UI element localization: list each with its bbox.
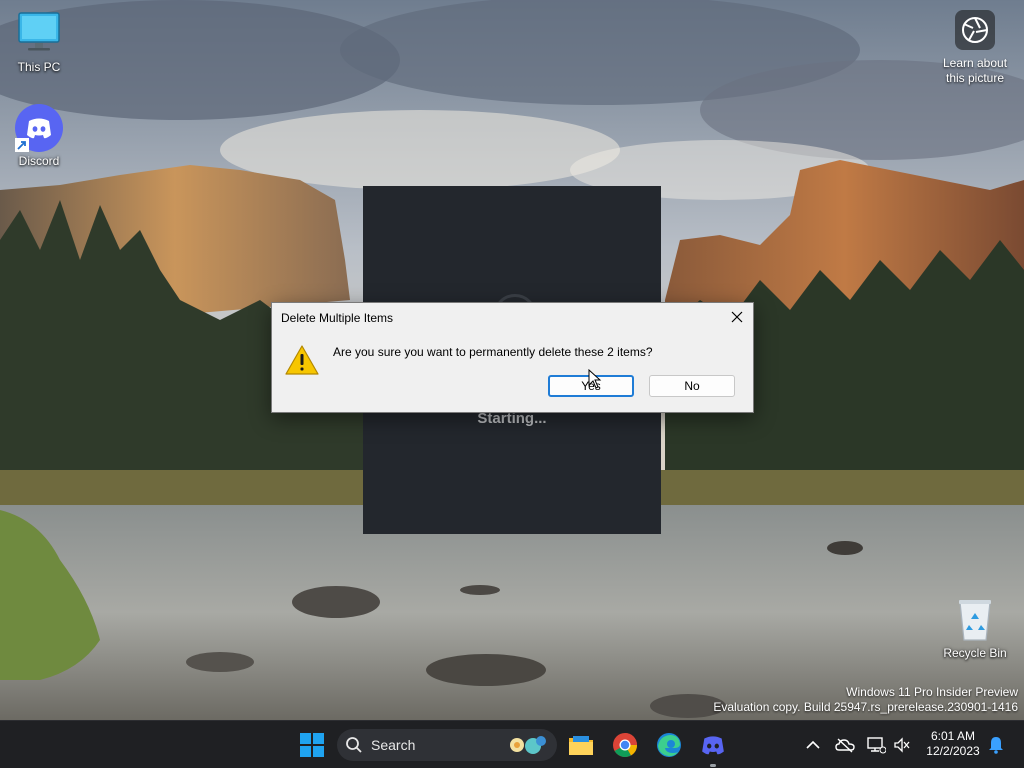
clock-date: 12/2/2023 bbox=[926, 744, 980, 758]
bell-icon bbox=[989, 737, 1003, 754]
windows-logo-icon bbox=[300, 733, 324, 757]
watermark-line2: Evaluation copy. Build 25947.rs_prerelea… bbox=[713, 700, 1018, 714]
warning-icon bbox=[284, 344, 320, 376]
search-highlight-icon bbox=[510, 736, 546, 754]
dialog-title: Delete Multiple Items bbox=[281, 311, 394, 325]
discord-taskbar-button[interactable] bbox=[697, 729, 729, 767]
learn-about-picture-button[interactable]: Learn about this picture bbox=[936, 10, 1014, 86]
discord-icon bbox=[15, 104, 63, 152]
desktop-icon-discord[interactable]: Discord bbox=[0, 104, 79, 168]
onedrive-offline-icon bbox=[835, 738, 855, 753]
taskbar-search-box[interactable]: Search bbox=[337, 729, 557, 761]
onedrive-button[interactable] bbox=[835, 735, 855, 755]
windows-build-watermark: Windows 11 Pro Insider Preview Evaluatio… bbox=[713, 685, 1018, 715]
learn-label-line1: Learn about bbox=[942, 56, 1008, 70]
edge-icon bbox=[657, 733, 681, 757]
chrome-button[interactable] bbox=[609, 729, 641, 761]
desktop-icon-label: Recycle Bin bbox=[943, 646, 1007, 660]
monitor-icon bbox=[15, 10, 63, 58]
desktop-icon-label: This PC bbox=[17, 60, 61, 74]
camera-shutter-icon bbox=[955, 10, 995, 50]
desktop-icon-recycle-bin[interactable]: Recycle Bin bbox=[935, 596, 1015, 660]
volume-button[interactable] bbox=[892, 735, 912, 755]
network-icon bbox=[867, 737, 886, 754]
file-explorer-icon bbox=[569, 736, 593, 755]
clock-time: 6:01 AM bbox=[930, 729, 976, 743]
dialog-message: Are you sure you want to permanently del… bbox=[333, 345, 653, 359]
discord-icon bbox=[702, 736, 724, 755]
shortcut-arrow-icon bbox=[15, 138, 29, 152]
mouse-pointer-icon bbox=[588, 368, 602, 394]
close-icon bbox=[731, 311, 743, 323]
recycle-bin-icon bbox=[951, 596, 999, 644]
search-placeholder: Search bbox=[371, 737, 416, 753]
no-button[interactable]: No bbox=[649, 375, 735, 397]
chevron-up-icon bbox=[806, 740, 820, 749]
volume-muted-icon bbox=[894, 737, 910, 753]
delete-confirmation-dialog: Delete Multiple Items Are you sure you w… bbox=[271, 302, 754, 413]
start-button[interactable] bbox=[296, 729, 328, 761]
desktop-icon-this-pc[interactable]: This PC bbox=[0, 10, 79, 74]
search-icon bbox=[346, 737, 362, 753]
desktop-icon-label: Discord bbox=[18, 154, 60, 168]
notifications-button[interactable] bbox=[986, 735, 1006, 755]
learn-label-line2: this picture bbox=[945, 71, 1005, 85]
chrome-icon bbox=[613, 733, 637, 758]
file-explorer-button[interactable] bbox=[565, 729, 597, 761]
show-hidden-icons-button[interactable] bbox=[803, 735, 823, 755]
close-button[interactable] bbox=[721, 303, 753, 331]
watermark-line1: Windows 11 Pro Insider Preview bbox=[846, 685, 1018, 699]
running-indicator bbox=[710, 764, 716, 767]
system-clock[interactable]: 6:01 AM 12/2/2023 bbox=[918, 729, 988, 759]
network-button[interactable] bbox=[866, 735, 886, 755]
taskbar: Search 6:01 AM 12/2/2023 bbox=[0, 720, 1024, 768]
edge-button[interactable] bbox=[653, 729, 685, 761]
